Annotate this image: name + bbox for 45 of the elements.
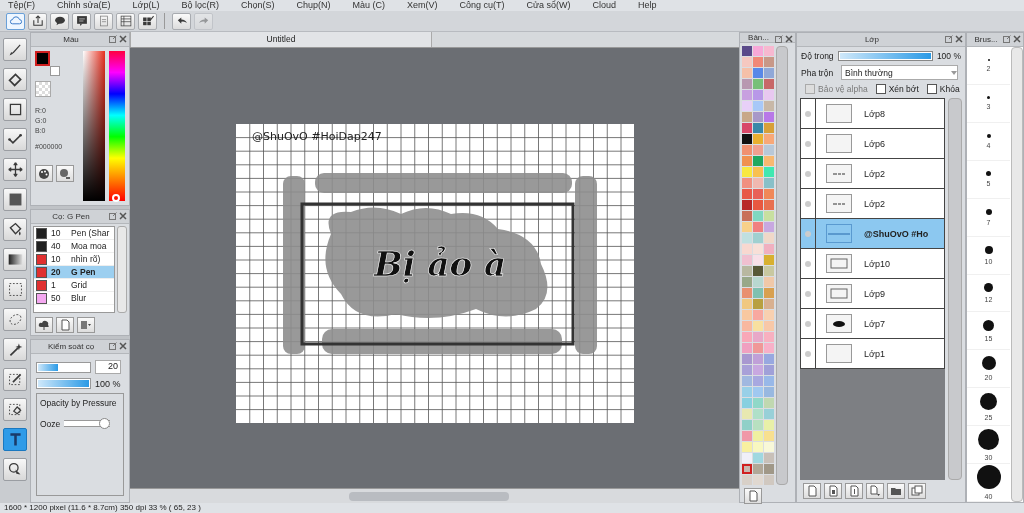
layer-item[interactable]: Lớp1: [800, 339, 945, 369]
layer-item[interactable]: Lớp8: [800, 98, 945, 129]
brush-size-value[interactable]: 20: [95, 360, 121, 374]
menu-item[interactable]: Xem(V): [407, 0, 438, 11]
menu-item[interactable]: Chọn(S): [241, 0, 275, 11]
blend-label: Pha trộn: [801, 67, 835, 78]
layer-item[interactable]: Lớp2: [800, 189, 945, 219]
menu-item[interactable]: Màu (C): [352, 0, 386, 11]
opacity-label: Độ trong: [801, 51, 834, 61]
brush-item[interactable]: 10 Pen (Shar: [34, 227, 114, 240]
menu-item[interactable]: Công cụ(T): [459, 0, 505, 11]
menu-item[interactable]: Cloud: [592, 0, 617, 11]
menu-item[interactable]: Tệp(F): [8, 0, 35, 11]
layer-item[interactable]: Lớp9: [800, 279, 945, 309]
artwork-text: Bị ảo à: [373, 244, 507, 284]
layer-opacity-value: 100 %: [936, 51, 961, 61]
panel-title: Bản...: [748, 33, 769, 42]
menu-item[interactable]: Chụp(N): [296, 0, 331, 11]
brush-item[interactable]: 20 G Pen: [34, 266, 114, 279]
layer-option-checkbox[interactable]: Khóa: [926, 84, 960, 94]
layer-item[interactable]: Lớp7: [800, 309, 945, 339]
panel-title: Lớp: [864, 35, 880, 44]
ooze-label: Ooze: [40, 418, 61, 429]
status-bar: 1600 * 1200 pixel (11.6 * 8.7cm) 350 dpi 33 % ( 65, 23 ): [0, 503, 1024, 513]
option-label: Opacity by Pressure: [40, 398, 118, 408]
brush-item[interactable]: 50 Blur: [34, 292, 114, 305]
layer-item[interactable]: Lớp2: [800, 159, 945, 189]
layer-item[interactable]: @ShuOvO #Ho: [800, 219, 945, 249]
brush-item[interactable]: 1 Grid: [34, 279, 114, 292]
blend-mode-dropdown[interactable]: Bình thường: [841, 65, 958, 80]
brush-opacity-value: 100 %: [95, 378, 121, 389]
panel-title: Kiểm soát cọ: [47, 342, 95, 351]
menu-item[interactable]: Bộ lọc(R): [181, 0, 219, 11]
panel-title: Màu: [63, 35, 79, 44]
layer-option-checkbox[interactable]: Xén bớt: [875, 84, 919, 94]
panel-title: Brus...: [974, 35, 998, 44]
brush-item[interactable]: 40 Moa moa: [34, 240, 114, 253]
menu-item[interactable]: Chỉnh sửa(E): [57, 0, 111, 11]
layer-item[interactable]: Lớp10: [800, 249, 945, 279]
layer-item[interactable]: Lớp6: [800, 129, 945, 159]
menu-item[interactable]: Help: [638, 0, 657, 11]
document-tab[interactable]: Untitled: [130, 32, 432, 47]
panel-title: Cọ: G Pen: [52, 212, 90, 221]
menu-item[interactable]: Lớp(L): [132, 0, 160, 11]
menu-item[interactable]: Cửa sổ(W): [526, 0, 571, 11]
